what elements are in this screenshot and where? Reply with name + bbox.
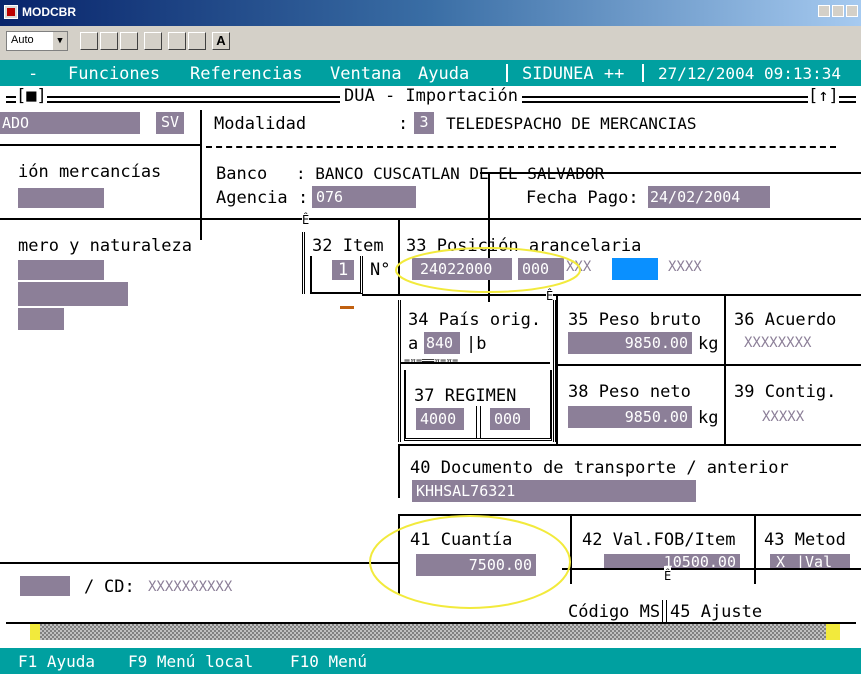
clipboard-icon[interactable]	[120, 32, 138, 50]
annotation-overlay	[369, 247, 581, 609]
chevron-down-icon[interactable]: ▼	[53, 32, 67, 50]
restore-icon[interactable]	[832, 5, 844, 17]
title-bar: MODCBR	[0, 0, 861, 26]
fullscreen-icon[interactable]	[144, 32, 162, 50]
paste-icon[interactable]	[100, 32, 118, 50]
terminal-screen: - Funciones Referencias Ventana Ayuda SI…	[0, 60, 861, 674]
window-icon[interactable]	[188, 32, 206, 50]
toolbar: Auto ▼ A	[0, 26, 861, 61]
window-title: MODCBR	[22, 5, 76, 19]
font-button[interactable]: A	[212, 32, 230, 50]
annotation-ellipse-cuantia	[369, 515, 571, 609]
app-icon	[4, 5, 18, 19]
annotation-ellipse-posicion	[395, 247, 581, 293]
copy-icon[interactable]	[80, 32, 98, 50]
font-size-select[interactable]: Auto ▼	[6, 31, 68, 51]
close-icon[interactable]	[846, 5, 858, 17]
minimize-icon[interactable]	[818, 5, 830, 17]
font-size-value: Auto	[11, 34, 34, 46]
properties-icon[interactable]	[168, 32, 186, 50]
